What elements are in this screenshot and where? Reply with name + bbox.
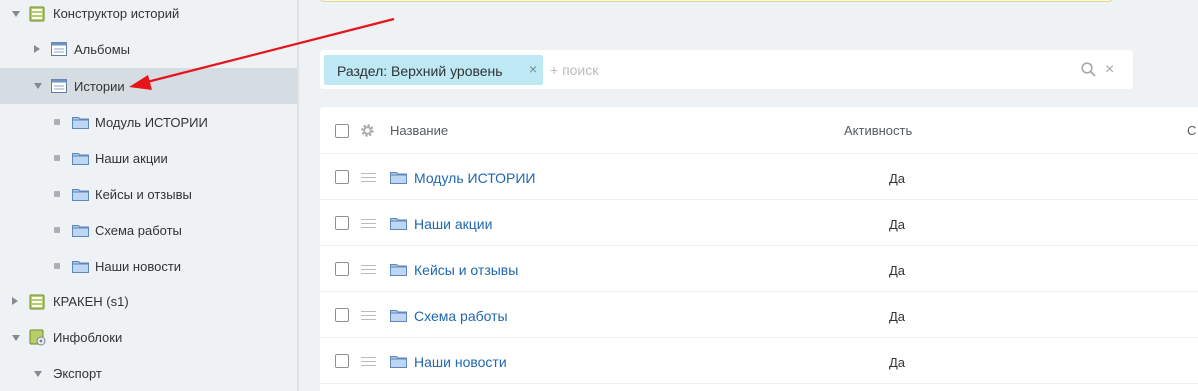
active-value: Да [889, 309, 906, 324]
notice-banner [320, 0, 1113, 2]
table-window-icon [51, 79, 67, 93]
folder-icon [72, 117, 89, 129]
sidebar-tree: Конструктор историй Альбомы Истории Моду… [0, 0, 299, 391]
bullet-icon [54, 155, 60, 161]
folder-icon [390, 356, 407, 368]
folder-icon [390, 172, 407, 184]
sidebar-item-news[interactable]: Наши новости [0, 248, 297, 284]
gear-icon[interactable] [360, 123, 375, 138]
sidebar-item-label: Наши акции [95, 151, 168, 166]
row-checkbox[interactable] [335, 262, 349, 276]
sidebar-item-label: Экспорт [53, 366, 102, 381]
active-value: Да [889, 355, 906, 370]
table-header: Название Активность С [320, 107, 1198, 154]
sidebar-item-promotions[interactable]: Наши акции [0, 140, 297, 176]
sidebar-item-kraken[interactable]: КРАКЕН (s1) [0, 284, 297, 320]
table-row[interactable]: Наши новости Да [320, 338, 1198, 384]
bullet-icon [54, 263, 60, 269]
drag-handle-icon[interactable] [361, 173, 376, 182]
clear-icon[interactable]: × [1105, 61, 1114, 79]
sidebar-item-label: Конструктор историй [53, 6, 180, 21]
column-header-active[interactable]: Активность [844, 123, 912, 138]
data-grid: Название Активность С Модуль ИСТОРИИ Да … [320, 107, 1198, 391]
filter-tag-label: Раздел: Верхний уровень [337, 63, 503, 79]
drag-handle-icon[interactable] [361, 219, 376, 228]
folder-icon [390, 218, 407, 230]
sidebar-item-workflow[interactable]: Схема работы [0, 212, 297, 248]
section-name-link[interactable]: Схема работы [414, 308, 508, 324]
sidebar-item-label: Кейсы и отзывы [95, 187, 192, 202]
sidebar-item-label: КРАКЕН (s1) [53, 294, 129, 309]
green-book-icon [29, 294, 45, 310]
chevron-down-icon[interactable] [12, 335, 20, 341]
section-name-link[interactable]: Наши акции [414, 216, 492, 232]
sidebar-item-constructor[interactable]: Конструктор историй [0, 0, 297, 32]
drag-handle-icon[interactable] [361, 357, 376, 366]
green-book-icon [29, 6, 45, 22]
sidebar-item-label: Альбомы [74, 42, 130, 57]
section-name-link[interactable]: Наши новости [414, 354, 507, 370]
column-header-name[interactable]: Название [390, 123, 448, 138]
row-checkbox[interactable] [335, 354, 349, 368]
chevron-down-icon[interactable] [12, 11, 20, 17]
folder-icon [390, 310, 407, 322]
sidebar-item-cases[interactable]: Кейсы и отзывы [0, 176, 297, 212]
folder-icon [390, 264, 407, 276]
section-name-link[interactable]: Кейсы и отзывы [414, 262, 518, 278]
sidebar-item-module-stories[interactable]: Модуль ИСТОРИИ [0, 104, 297, 140]
drag-handle-icon[interactable] [361, 265, 376, 274]
active-value: Да [889, 217, 906, 232]
bullet-icon [54, 119, 60, 125]
table-row[interactable]: Модуль ИСТОРИИ Да [320, 154, 1198, 200]
chevron-right-icon[interactable] [12, 297, 18, 305]
column-header-sort[interactable]: С [1187, 123, 1196, 138]
close-icon[interactable]: × [529, 61, 537, 77]
search-input[interactable]: + поиск [550, 62, 598, 78]
select-all-checkbox[interactable] [335, 124, 349, 138]
sidebar-item-infoblocks[interactable]: Инфоблоки [0, 320, 297, 356]
main-content: Раздел: Верхний уровень × + поиск × Назв… [301, 0, 1198, 391]
sidebar-item-export[interactable]: Экспорт [0, 356, 297, 391]
folder-icon [72, 225, 89, 237]
section-name-link[interactable]: Модуль ИСТОРИИ [414, 170, 536, 186]
search-icon[interactable] [1081, 62, 1096, 77]
chevron-right-icon[interactable] [34, 45, 40, 53]
bullet-icon [54, 191, 60, 197]
active-value: Да [889, 171, 906, 186]
bullet-icon [54, 227, 60, 233]
sidebar-item-label: Инфоблоки [53, 330, 123, 345]
filter-tag[interactable]: Раздел: Верхний уровень × [324, 55, 543, 85]
infoblock-gear-icon [29, 329, 46, 346]
row-checkbox[interactable] [335, 170, 349, 184]
sidebar-item-label: Схема работы [95, 223, 182, 238]
drag-handle-icon[interactable] [361, 311, 376, 320]
chevron-down-icon[interactable] [34, 83, 42, 89]
sidebar-item-albums[interactable]: Альбомы [0, 32, 297, 68]
sidebar-item-label: Истории [74, 79, 125, 94]
folder-icon [72, 153, 89, 165]
sidebar-item-label: Модуль ИСТОРИИ [95, 115, 208, 130]
table-row[interactable]: Кейсы и отзывы Да [320, 246, 1198, 292]
table-row[interactable]: Схема работы Да [320, 292, 1198, 338]
chevron-down-icon[interactable] [34, 371, 42, 377]
active-value: Да [889, 263, 906, 278]
sidebar-item-stories[interactable]: Истории [0, 68, 297, 104]
folder-icon [72, 261, 89, 273]
row-checkbox[interactable] [335, 308, 349, 322]
table-window-icon [51, 42, 67, 56]
row-checkbox[interactable] [335, 216, 349, 230]
folder-icon [72, 189, 89, 201]
filter-search-bar[interactable]: Раздел: Верхний уровень × + поиск × [320, 50, 1133, 89]
table-row[interactable]: Наши акции Да [320, 200, 1198, 246]
sidebar-item-label: Наши новости [95, 259, 182, 274]
